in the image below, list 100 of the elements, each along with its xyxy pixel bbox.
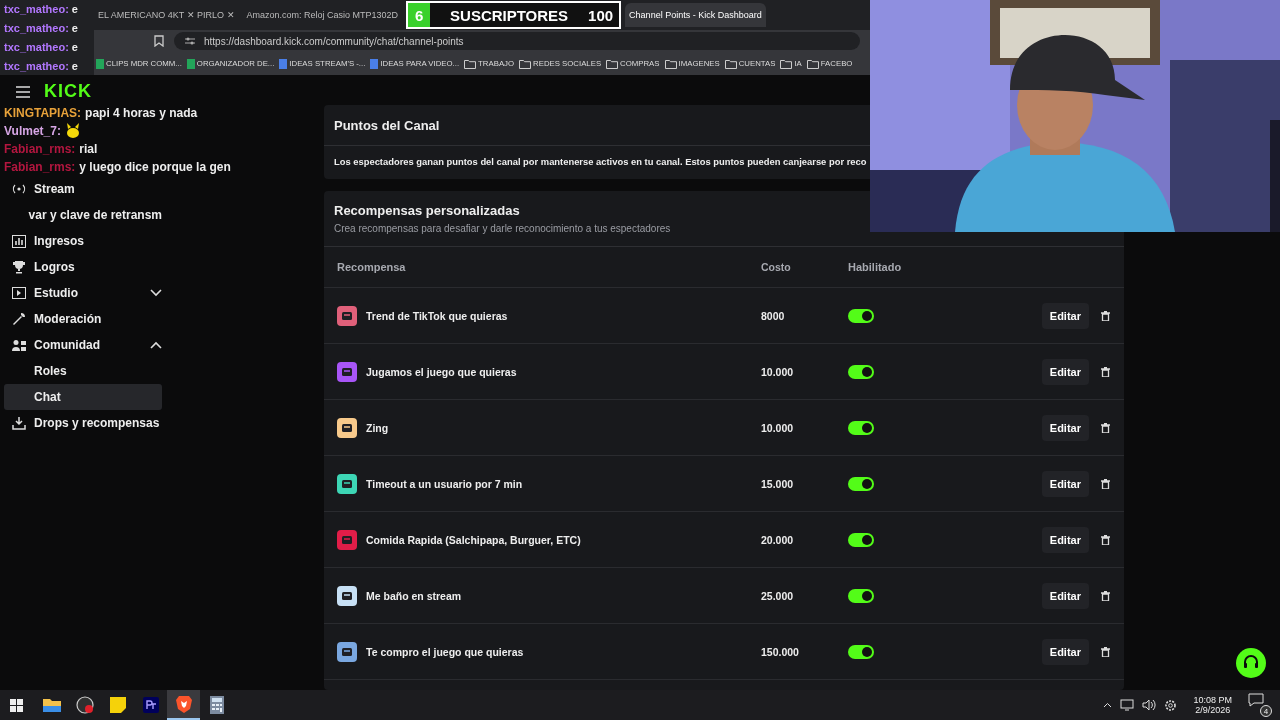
toggle-switch[interactable] [848,588,874,603]
chevron-up-icon[interactable] [150,341,162,349]
clock-date: 2/9/2026 [1195,705,1231,715]
edit-button[interactable]: Editar [1041,470,1089,497]
folder-icon [464,58,477,69]
chat-message: KINGTAPIAS: papi 4 horas y nada [4,105,199,122]
chat-message: txc_matheo: e [4,40,79,53]
download-tray-icon [12,416,26,430]
network-icon[interactable] [1120,699,1135,711]
trash-icon[interactable] [1101,534,1110,545]
site-settings-icon[interactable] [184,36,196,46]
calculator-icon [209,696,224,714]
reward-cost: 20.000 [761,533,795,546]
bar-chart-icon [12,234,26,248]
toggle-switch[interactable] [848,364,874,379]
taskbar-app[interactable] [167,690,200,720]
edit-button[interactable]: Editar [1041,414,1089,441]
address-bar[interactable]: https://dashboard.kick.com/community/chat/channel-points [174,32,860,50]
folder-icon [519,58,532,69]
goal-target: 100 [588,6,615,24]
trash-icon[interactable] [1101,422,1110,433]
toggle-switch[interactable] [848,420,874,435]
folder-icon [606,58,619,69]
toggle-switch[interactable] [848,644,874,659]
chat-message: txc_matheo: e [4,3,79,16]
sidebar-item[interactable]: var y clave de retransm [4,202,162,228]
settings-icon[interactable] [1164,698,1178,712]
sidebar-item[interactable]: Moderación [4,306,162,332]
sidebar-item[interactable]: Estudio [4,280,162,306]
document-icon [279,58,288,69]
folder-icon [42,698,61,712]
edit-button[interactable]: Editar [1041,526,1089,553]
edit-button[interactable]: Editar [1041,358,1089,385]
people-icon [12,338,27,352]
trash-icon[interactable] [1101,478,1110,489]
menu-icon[interactable] [16,85,30,98]
wrench-icon [12,312,26,326]
reward-cost: 10.000 [761,365,795,378]
chevron-down-icon[interactable] [150,289,162,297]
sticky-note-icon [109,697,126,713]
toggle-switch[interactable] [848,476,874,491]
clock-time: 10:08 PM [1193,695,1232,705]
browser-tab[interactable]: EL AMERICANO 4KT ✕ PIRLO ✕ [94,3,239,27]
section-subtitle: Crea recompensas para desafiar y darle reconocimiento a tus espectadores [334,223,672,234]
recorder-icon [75,696,94,714]
bookmark-icon[interactable] [154,35,164,47]
speaker-icon[interactable] [1142,699,1157,711]
chat-message: txc_matheo: e [4,22,79,35]
document-icon [370,58,379,69]
trash-icon[interactable] [1101,310,1110,321]
column-header: Costo [761,261,792,273]
reward-name: Jugamos el juego que quieras [366,365,517,378]
sidebar-item[interactable]: Ingresos [4,228,162,254]
trash-icon[interactable] [1101,646,1110,657]
chat-message: Fabian_rms: y luego dice porque la gen [4,159,232,176]
reward-name: Me baño en stream [366,589,462,602]
reward-cost: 10.000 [761,421,795,434]
folder-icon [724,58,737,69]
sidebar-item[interactable]: Drops y recompensas [4,410,162,436]
reward-name: Zing [366,421,389,434]
support-chat-button[interactable] [1236,648,1266,678]
edit-button[interactable]: Editar [1041,638,1089,665]
folder-icon [780,58,793,69]
column-header: Habilitado [848,261,903,273]
reward-cost: 8000 [761,309,786,322]
toggle-switch[interactable] [848,532,874,547]
folder-icon [806,58,819,69]
sidebar-subitem[interactable]: Chat [4,384,162,410]
broadcast-icon [12,184,26,194]
toggle-switch[interactable] [848,308,874,323]
sidebar-subitem[interactable]: Roles [4,358,162,384]
studio-icon [12,287,26,299]
trophy-icon [12,260,26,274]
chevron-up-icon[interactable] [1103,702,1113,708]
trash-icon[interactable] [1101,366,1110,377]
reward-cost: 150.000 [761,645,800,658]
edit-button[interactable]: Editar [1041,582,1089,609]
sidebar-item[interactable]: Logros [4,254,162,280]
reward-name: Comida Rapida (Salchipapa, Burguer, ETC) [366,533,581,546]
section-description: Los espectadores ganan puntos del canal por mantenerse activos en tu canal. Estos puntos pueden canjearse por reco [333,155,868,169]
kick-logo[interactable]: KICK [44,81,92,102]
sidebar-item[interactable]: Comunidad [4,332,162,358]
reward-name: Timeout a un usuario por 7 min [366,477,523,490]
windows-start-icon[interactable] [10,698,23,712]
notification-button[interactable]: 4 [1248,693,1272,717]
goal-label: SUSCRIPTORES [449,6,570,24]
section-title: Recompensas personalizadas [334,203,521,218]
chat-message: Vulmet_7: [4,122,324,140]
goal-count: 6 [408,3,431,27]
reward-name: Te compro el juego que quieras [366,645,524,658]
browser-tab[interactable]: Amazon.com: Reloj Casio MTP1302D [242,3,403,27]
lion-shield-icon [175,695,192,713]
video-editor-icon [142,697,159,713]
trash-icon[interactable] [1101,590,1110,601]
sidebar-item[interactable]: Stream [4,176,162,202]
reward-cost: 25.000 [761,589,795,602]
folder-icon [664,58,677,69]
chat-message: txc_matheo: e [4,59,79,72]
browser-tab[interactable]: Channel Points - Kick Dashboard [625,3,766,27]
edit-button[interactable]: Editar [1041,302,1089,329]
